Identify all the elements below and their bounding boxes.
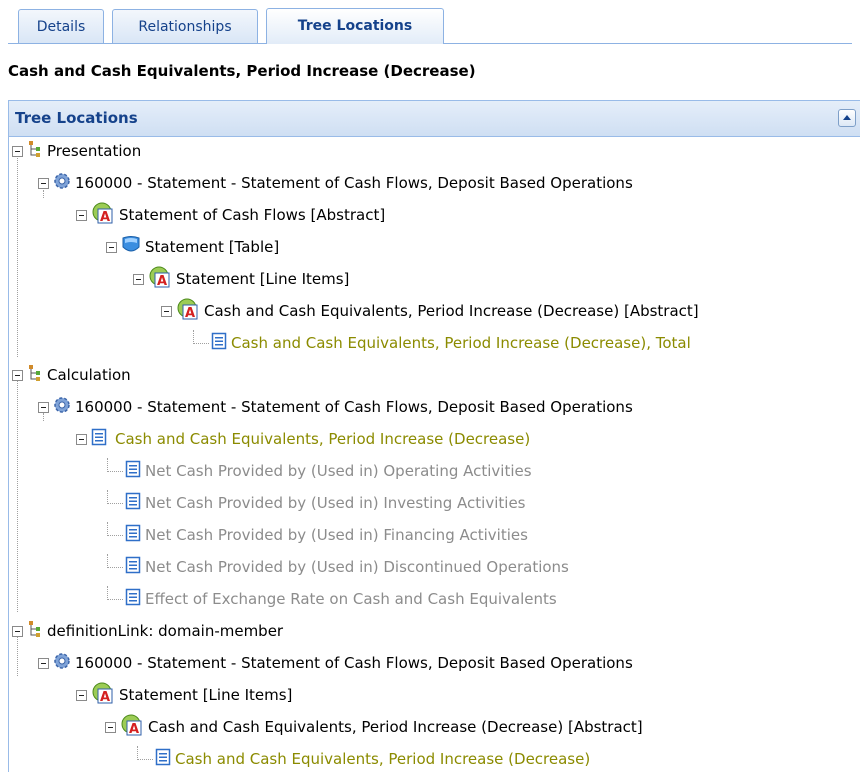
table-icon xyxy=(121,235,141,259)
gear-icon xyxy=(53,172,71,194)
document-icon xyxy=(155,748,171,770)
tab-tree-locations[interactable]: Tree Locations xyxy=(266,8,444,44)
panel-title: Tree Locations xyxy=(15,109,138,127)
collapse-toggle[interactable] xyxy=(76,433,87,445)
collapse-toggle[interactable] xyxy=(105,721,116,733)
tree-node-label: Statement [Line Items] xyxy=(176,270,350,288)
svg-text:A: A xyxy=(157,274,167,288)
collapse-toggle[interactable] xyxy=(76,689,87,701)
tab-details[interactable]: Details xyxy=(18,9,104,43)
tree-node-statement[interactable]: 160000 - Statement - Statement of Cash F… xyxy=(38,394,633,420)
tree-node-label: Cash and Cash Equivalents, Period Increa… xyxy=(175,750,591,768)
tree-node-label: Net Cash Provided by (Used in) Operating… xyxy=(145,462,532,480)
abstract-icon: A xyxy=(91,682,115,708)
document-icon xyxy=(211,332,227,354)
tree-node-label: Net Cash Provided by (Used in) Discontin… xyxy=(145,558,569,576)
tree-connector xyxy=(107,554,123,568)
tree-node-definition-link[interactable]: definitionLink: domain-member xyxy=(12,618,283,644)
tree-node-cash-total[interactable]: Cash and Cash Equivalents, Period Increa… xyxy=(193,330,691,356)
tree-node-label: Cash and Cash Equivalents, Period Increa… xyxy=(204,302,699,320)
tree-locations-panel: Tree Locations Presentation 160000 - Sta… xyxy=(8,100,860,772)
collapse-toggle[interactable] xyxy=(161,305,172,317)
collapse-toggle[interactable] xyxy=(12,369,23,381)
tree-connector xyxy=(17,158,18,357)
document-icon xyxy=(125,460,141,482)
collapse-toggle[interactable] xyxy=(38,657,49,669)
collapse-button[interactable] xyxy=(838,109,856,127)
collapse-toggle[interactable] xyxy=(133,273,144,285)
tree-node-label: Statement [Line Items] xyxy=(119,686,293,704)
panel-header: Tree Locations xyxy=(9,101,860,137)
tree-node-label: Cash and Cash Equivalents, Period Increa… xyxy=(115,430,531,448)
tree-node-abstract[interactable]: A Statement of Cash Flows [Abstract] xyxy=(76,202,385,228)
tree-node-label: definitionLink: domain-member xyxy=(47,622,284,640)
tree-connector xyxy=(107,458,123,472)
gear-icon xyxy=(53,396,71,418)
collapse-toggle[interactable] xyxy=(12,625,23,637)
tree-node-label: Statement of Cash Flows [Abstract] xyxy=(119,206,386,224)
tree-icon xyxy=(27,364,43,386)
tree-node-label: 160000 - Statement - Statement of Cash F… xyxy=(75,654,633,672)
tree-icon xyxy=(27,620,43,642)
svg-text:A: A xyxy=(129,722,139,736)
tree-node-statement[interactable]: 160000 - Statement - Statement of Cash F… xyxy=(38,170,633,196)
tree-node-cash-def[interactable]: Cash and Cash Equivalents, Period Increa… xyxy=(137,746,590,772)
page-title: Cash and Cash Equivalents, Period Increa… xyxy=(8,62,476,80)
collapse-toggle[interactable] xyxy=(106,241,117,253)
tree-node-cash-abstract[interactable]: A Cash and Cash Equivalents, Period Incr… xyxy=(105,714,643,740)
tree-node-label: Presentation xyxy=(47,142,142,160)
tab-relationships[interactable]: Relationships xyxy=(112,9,258,43)
document-icon xyxy=(91,428,107,450)
tree-node-table[interactable]: Statement [Table] xyxy=(106,234,279,260)
tree-node-investing[interactable]: Net Cash Provided by (Used in) Investing… xyxy=(107,490,526,516)
tree-connector xyxy=(193,330,209,344)
tree-node-label: Net Cash Provided by (Used in) Investing… xyxy=(145,494,526,512)
tree-node-label: Cash and Cash Equivalents, Period Increa… xyxy=(231,334,691,352)
tree-node-discontinued[interactable]: Net Cash Provided by (Used in) Discontin… xyxy=(107,554,569,580)
tree-node-statement[interactable]: 160000 - Statement - Statement of Cash F… xyxy=(38,650,633,676)
document-icon xyxy=(125,588,141,610)
tree-node-operating[interactable]: Net Cash Provided by (Used in) Operating… xyxy=(107,458,532,484)
tree-node-calculation[interactable]: Calculation xyxy=(12,362,131,388)
abstract-icon: A xyxy=(91,202,115,228)
tree-node-label: 160000 - Statement - Statement of Cash F… xyxy=(75,398,633,416)
tree-node-presentation[interactable]: Presentation xyxy=(12,138,141,164)
collapse-toggle[interactable] xyxy=(76,209,87,221)
tree-node-cash-abstract[interactable]: A Cash and Cash Equivalents, Period Incr… xyxy=(161,298,699,324)
tree-connector xyxy=(137,746,153,760)
collapse-toggle[interactable] xyxy=(12,145,23,157)
abstract-icon: A xyxy=(176,298,200,324)
abstract-icon: A xyxy=(120,714,144,740)
document-icon xyxy=(125,556,141,578)
svg-text:A: A xyxy=(185,306,195,320)
tree-node-label: Statement [Table] xyxy=(145,238,280,256)
tree-connector xyxy=(107,490,123,504)
tree-connector xyxy=(107,586,123,600)
abstract-icon: A xyxy=(148,266,172,292)
tree-node-label: Net Cash Provided by (Used in) Financing… xyxy=(145,526,528,544)
tab-bar: Details Relationships Tree Locations xyxy=(0,0,860,44)
gear-icon xyxy=(53,652,71,674)
tree-node-exchange-rate[interactable]: Effect of Exchange Rate on Cash and Cash… xyxy=(107,586,557,612)
document-icon xyxy=(125,492,141,514)
tree-node-line-items[interactable]: A Statement [Line Items] xyxy=(133,266,349,292)
tree-connector xyxy=(107,522,123,536)
tree-node-label: Cash and Cash Equivalents, Period Increa… xyxy=(148,718,643,736)
collapse-toggle[interactable] xyxy=(38,401,49,413)
document-icon xyxy=(125,524,141,546)
tree-icon xyxy=(27,140,43,162)
tree-node-cash-calc[interactable]: Cash and Cash Equivalents, Period Increa… xyxy=(76,426,530,452)
collapse-toggle[interactable] xyxy=(38,177,49,189)
svg-text:A: A xyxy=(100,210,110,224)
tree-node-financing[interactable]: Net Cash Provided by (Used in) Financing… xyxy=(107,522,528,548)
tree-node-line-items[interactable]: A Statement [Line Items] xyxy=(76,682,292,708)
tree-node-label: Calculation xyxy=(47,366,131,384)
tree-node-label: Effect of Exchange Rate on Cash and Cash… xyxy=(145,590,557,608)
svg-text:A: A xyxy=(100,690,110,704)
tree-connector xyxy=(17,381,18,612)
tree-node-label: 160000 - Statement - Statement of Cash F… xyxy=(75,174,633,192)
